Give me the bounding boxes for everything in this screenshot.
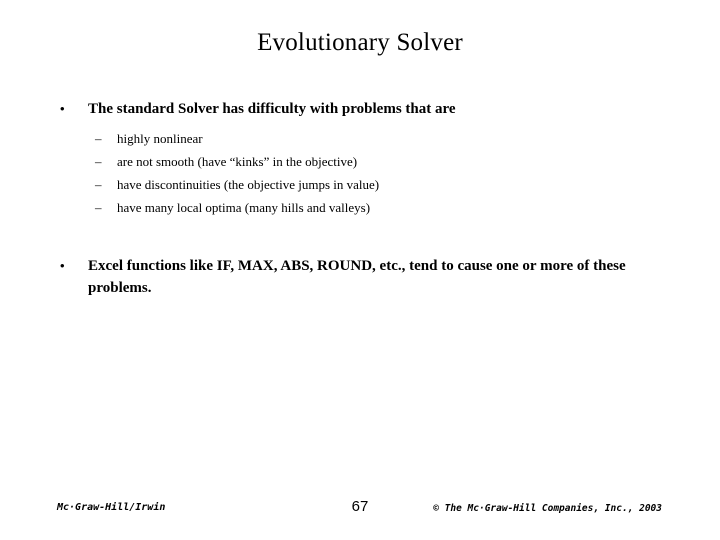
- slide: Evolutionary Solver • The standard Solve…: [0, 0, 720, 540]
- bullet-text: Excel functions like IF, MAX, ABS, ROUND…: [88, 258, 626, 296]
- bullet-marker-icon: •: [60, 101, 65, 116]
- sub-bullet-text: highly nonlinear: [117, 131, 203, 146]
- bullet-text: The standard Solver has difficulty with …: [88, 101, 456, 117]
- sub-bullet-text: have many local optima (many hills and v…: [117, 200, 371, 215]
- sub-bullet-item: – have many local optima (many hills and…: [0, 196, 720, 219]
- dash-marker-icon: –: [95, 200, 102, 215]
- bullet-item: • The standard Solver has difficulty wit…: [0, 98, 720, 120]
- sub-bullet-item: – highly nonlinear: [0, 127, 720, 150]
- dash-marker-icon: –: [95, 154, 102, 169]
- sub-bullet-item: – are not smooth (have “kinks” in the ob…: [0, 150, 720, 173]
- dash-marker-icon: –: [95, 177, 102, 192]
- bullet-marker-icon: •: [60, 258, 65, 273]
- sub-bullet-text: have discontinuities (the objective jump…: [117, 177, 380, 192]
- sub-bullet-text: are not smooth (have “kinks” in the obje…: [117, 154, 358, 169]
- page-title: Evolutionary Solver: [257, 29, 463, 56]
- slide-footer: Mc·Graw-Hill/Irwin 67 © The Mc·Graw-Hill…: [0, 494, 720, 540]
- sub-bullet-list: – highly nonlinear – are not smooth (hav…: [0, 127, 720, 219]
- slide-body: • The standard Solver has difficulty wit…: [0, 98, 720, 299]
- footer-copyright: © The Mc·Graw-Hill Companies, Inc., 2003: [433, 503, 662, 514]
- bullet-item: • Excel functions like IF, MAX, ABS, ROU…: [0, 255, 720, 299]
- sub-bullet-item: – have discontinuities (the objective ju…: [0, 173, 720, 196]
- dash-marker-icon: –: [95, 131, 102, 146]
